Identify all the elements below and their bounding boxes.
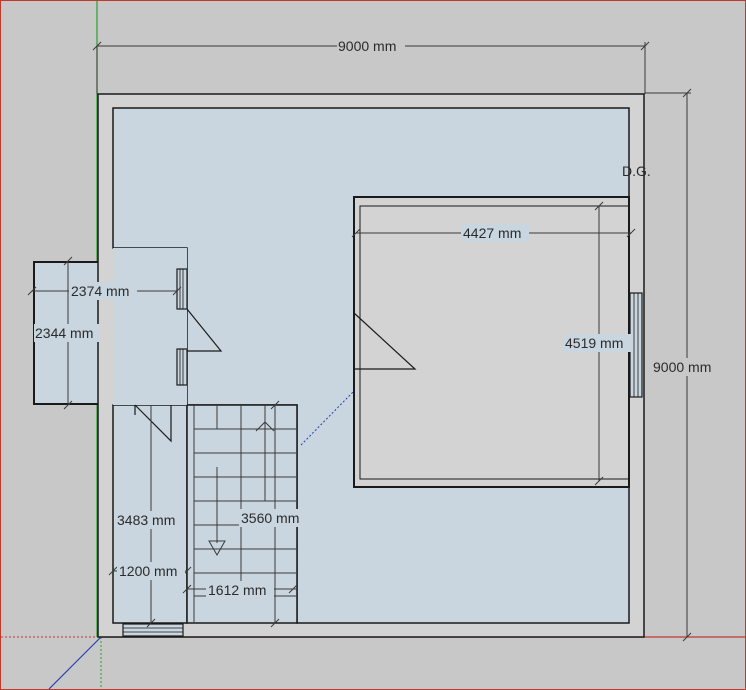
stair-width-label: 1612 mm (208, 582, 266, 598)
left-box-height-label: 2344 mm (35, 325, 93, 341)
blue-axis (48, 636, 102, 689)
left-room-strip (113, 248, 187, 405)
overall-width-label: 9000 mm (338, 38, 396, 54)
room-height-label: 4519 mm (565, 335, 623, 351)
window-bottom (122, 623, 184, 637)
window-left-lower (176, 348, 188, 386)
sketchup-viewport[interactable]: 9000 mm 9000 mm 4427 mm 4519 mm 2374 mm … (0, 0, 746, 690)
window-right (629, 292, 643, 398)
room-width-label: 4427 mm (463, 225, 521, 241)
passage-width-label: 1200 mm (119, 563, 177, 579)
stair-length-label: 3560 mm (241, 510, 299, 526)
dg-label: D.G. (622, 163, 651, 179)
passage-length-label: 3483 mm (117, 512, 175, 528)
floor-plan-drawing: 9000 mm 9000 mm 4427 mm 4519 mm 2374 mm … (1, 1, 745, 689)
left-box-width-label: 2374 mm (71, 283, 129, 299)
overall-height-label: 9000 mm (653, 359, 711, 375)
